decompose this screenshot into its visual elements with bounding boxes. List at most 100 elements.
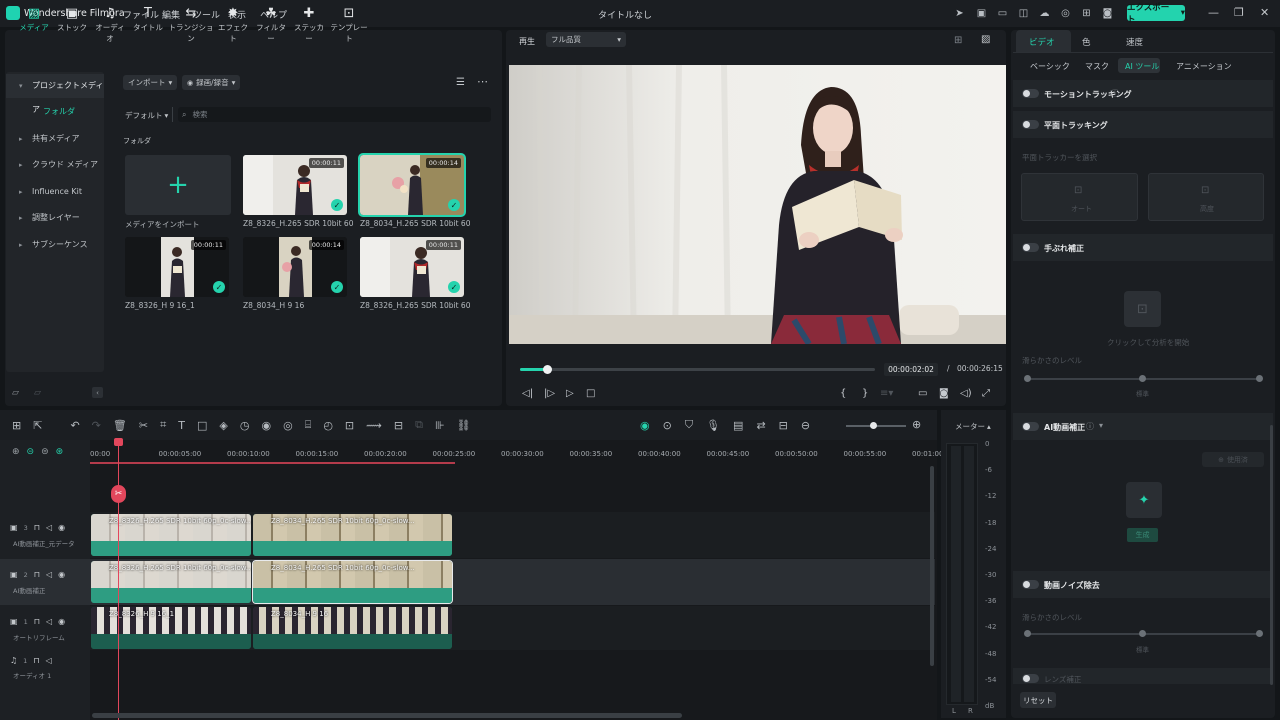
nav-folder[interactable]: フォルダ <box>6 100 104 124</box>
eye-icon[interactable]: ◉ <box>58 523 65 532</box>
collapse-sidebar-icon[interactable]: ‹ <box>92 387 103 398</box>
add-track-icon[interactable]: ⊕ <box>12 447 20 457</box>
tab-transitions[interactable]: ⇆ トランジション <box>168 7 214 44</box>
nav-project-media[interactable]: ▾ プロジェクトメディア <box>6 74 104 114</box>
volume-icon[interactable]: ◁ <box>46 570 52 579</box>
link-icon[interactable]: ⛓ <box>457 419 471 432</box>
more-icon[interactable]: ⋯ <box>477 75 488 88</box>
fullscreen-icon[interactable]: ⤢ <box>982 388 990 399</box>
motion-icon[interactable]: ⟿ <box>366 419 382 432</box>
planar-tracking-toggle[interactable] <box>1022 120 1039 129</box>
snapshot-image-icon[interactable]: ▨ <box>981 34 990 45</box>
media-item-selected[interactable]: 00:00:14 ✓ <box>358 153 466 217</box>
layout-icon[interactable]: ▭ <box>996 7 1009 20</box>
meter-header[interactable]: メーター ▴ <box>955 421 991 432</box>
tab-templates[interactable]: ⊡ テンプレート <box>329 7 369 44</box>
timeline-clip-selected[interactable]: Z8_8034_H.265 SDR 10bit 60p_0c-slow... <box>252 560 453 604</box>
lock-icon[interactable]: ⊓ <box>34 617 40 626</box>
lock-icon[interactable]: ⊓ <box>34 570 40 579</box>
timeline-clip[interactable]: Z8_8326_H.265 SDR 10bit 60p_0c-slow... <box>91 514 251 556</box>
media-item[interactable]: 00:00:11 ✓ <box>125 237 229 297</box>
stabilize-icon[interactable]: ⊟ <box>394 419 403 432</box>
nav-shared-media[interactable]: ▸ 共有メディア <box>6 127 104 151</box>
timeline-clip[interactable]: Z8_8034_H 9 16 <box>253 607 452 649</box>
palette-icon[interactable]: ◉ <box>261 419 271 432</box>
chevron-down-icon[interactable]: ▾ <box>1099 421 1103 430</box>
lock-icon[interactable]: ⊓ <box>34 523 40 532</box>
snap-icon[interactable]: ◉ <box>640 419 650 432</box>
slider-knob[interactable] <box>1256 375 1263 382</box>
eye-icon[interactable]: ◉ <box>58 617 65 626</box>
folder-icon[interactable]: ▱ <box>34 388 41 398</box>
vertical-scrollbar[interactable] <box>930 466 934 666</box>
tab-audio[interactable]: ♫ オーディオ <box>92 7 128 44</box>
used-button[interactable]: ⊕ 使用済 <box>1202 452 1264 467</box>
media-item[interactable]: 00:00:11 ✓ <box>243 155 347 215</box>
marker-icon[interactable]: ⛉ <box>685 418 693 432</box>
tab-stickers[interactable]: ✚ ステッカー <box>291 7 327 44</box>
display-icon[interactable]: ▭ <box>918 388 927 399</box>
search-input[interactable]: ⌕ 検索 <box>178 107 491 122</box>
camera-icon[interactable]: ◙ <box>939 388 949 399</box>
reset-button[interactable]: リセット <box>1020 692 1056 708</box>
import-dropdown[interactable]: インポート ▾ <box>123 75 178 90</box>
silence-icon[interactable]: ⌸ <box>305 418 312 432</box>
mark-in-icon[interactable]: { <box>840 388 846 399</box>
subtab-ai-tools[interactable]: AI ツール <box>1125 61 1159 72</box>
ai-enhance-toggle[interactable] <box>1022 422 1039 431</box>
scissors-icon[interactable]: ✂ <box>139 419 148 432</box>
audio-mix-icon[interactable]: ▤ <box>733 419 743 432</box>
slider-knob[interactable] <box>1256 630 1263 637</box>
help-icon[interactable]: ⓘ <box>1086 421 1094 432</box>
render-icon[interactable]: ⊙ <box>663 419 672 432</box>
denoise-toggle[interactable] <box>1022 580 1039 589</box>
new-folder-icon[interactable]: ▱ <box>12 388 19 398</box>
timeline-clip[interactable]: Z8_8326_H.265 SDR 10bit 60p_0c-slow... <box>91 561 251 603</box>
magnet-icon[interactable]: ⊛ <box>56 447 64 457</box>
replace-icon[interactable]: ⇄ <box>756 419 765 432</box>
filter-list-icon[interactable]: ☰ <box>456 77 465 88</box>
slider-knob[interactable] <box>1139 630 1146 637</box>
playhead-line[interactable] <box>118 440 119 720</box>
tab-video[interactable]: ビデオ <box>1029 36 1055 48</box>
quality-dropdown[interactable]: フル品質 ▾ <box>546 32 626 47</box>
split-icon[interactable]: ⊪ <box>435 419 445 432</box>
nav-influence-kit[interactable]: ▸ Influence Kit <box>6 180 104 204</box>
zoom-knob[interactable] <box>870 422 877 429</box>
layout-grid-icon[interactable]: ⊞ <box>12 419 21 432</box>
subtab-animation[interactable]: アニメーション <box>1176 61 1232 72</box>
export-button[interactable]: エクスポート ▾ <box>1127 3 1185 25</box>
gift-icon[interactable]: ◙ <box>1101 7 1114 20</box>
motion-tracking-toggle[interactable] <box>1022 89 1039 98</box>
eye-icon[interactable]: ◉ <box>58 570 65 579</box>
volume-icon[interactable]: ◁ <box>46 523 52 532</box>
volume-icon[interactable]: ◁ <box>46 617 52 626</box>
slider-knob[interactable] <box>1024 375 1031 382</box>
media-item[interactable]: 00:00:11 ✓ <box>360 237 464 297</box>
step-back-icon[interactable]: ◁| <box>522 388 533 399</box>
minimize-icon[interactable]: — <box>1208 6 1219 19</box>
undo-icon[interactable]: ↶ <box>70 419 79 432</box>
stabilization-toggle[interactable] <box>1022 243 1039 252</box>
duplicate-icon[interactable]: ⧉ <box>415 418 423 432</box>
advanced-track-button[interactable]: ⊡ 高度 <box>1148 173 1264 221</box>
id-card-icon[interactable]: ▣ <box>975 7 988 20</box>
slider-knob[interactable] <box>1139 375 1146 382</box>
lens-toggle[interactable] <box>1022 674 1039 683</box>
insert-icon[interactable]: ≡▾ <box>880 388 893 399</box>
analyze-icon[interactable]: ⊡ <box>1124 291 1161 327</box>
volume-icon[interactable]: ◁) <box>960 388 972 399</box>
scrollbar[interactable] <box>1270 425 1273 685</box>
import-media-tile[interactable]: + <box>125 155 231 215</box>
current-time[interactable]: 00:00:02:02 <box>884 363 938 376</box>
volume-icon[interactable]: ◁ <box>46 656 52 665</box>
color-match-icon[interactable]: ◈ <box>219 419 227 432</box>
media-item[interactable]: 00:00:14 ✓ <box>243 237 347 297</box>
save-icon[interactable]: ◫ <box>1017 7 1030 20</box>
tab-color[interactable]: 色 <box>1082 36 1091 48</box>
timeline-clip[interactable]: Z8_8326_H 9 16_1 <box>91 607 251 649</box>
record-dropdown[interactable]: ◉ 録画/録音 ▾ <box>182 75 241 90</box>
timer-icon[interactable]: ◴ <box>323 419 333 432</box>
send-icon[interactable]: ➤ <box>953 7 966 20</box>
sort-dropdown[interactable]: デフォルト ▾ <box>125 110 168 121</box>
